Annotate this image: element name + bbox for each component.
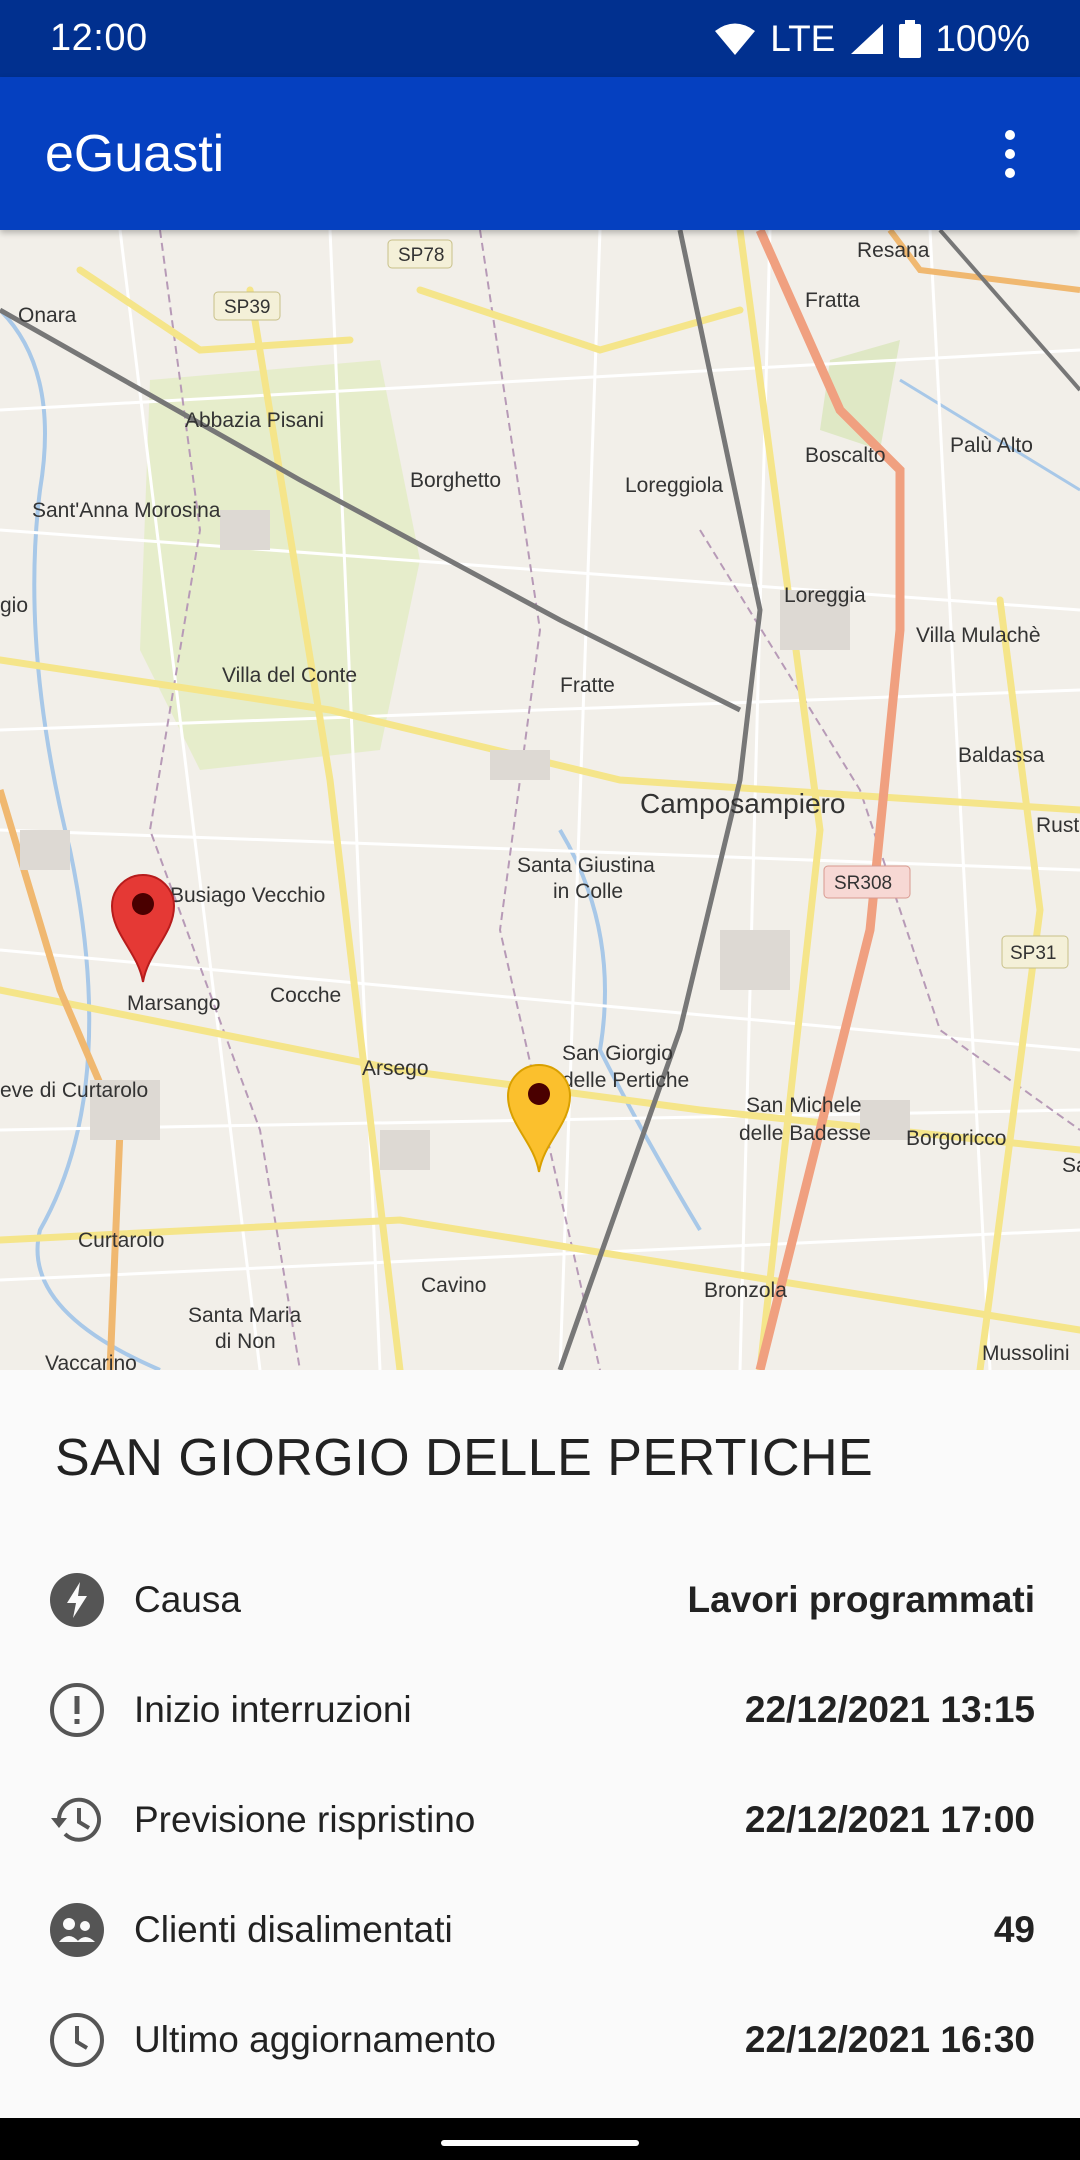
map-label-baldassa: Baldassa (958, 744, 1045, 767)
map-label-busiago: Busiago Vecchio (170, 884, 325, 907)
map-label-villamulache: Villa Mulachè (916, 624, 1041, 647)
map-label-arsego: Arsego (362, 1057, 429, 1080)
map-label-gio: gio (0, 594, 28, 617)
map-label-sangiorgio1: San Giorgio (562, 1042, 673, 1065)
navigation-bar (0, 2118, 1080, 2160)
dot-icon (1005, 129, 1015, 140)
status-bar: 12:00 LTE 100% (0, 0, 1080, 77)
app-title: eGuasti (45, 124, 225, 183)
signal-icon (851, 23, 884, 54)
map-label-sanmichele2: delle Badesse (739, 1122, 871, 1145)
map-label-borghetto: Borghetto (410, 469, 501, 492)
red-pin-icon[interactable] (110, 872, 176, 984)
map-label-cocche: Cocche (270, 984, 341, 1007)
map-label-loreggiola: Loreggiola (625, 474, 723, 497)
alert-icon (48, 1681, 106, 1739)
map-label-santamaria2: di Non (215, 1330, 276, 1353)
map-label-marsango: Marsango (127, 992, 220, 1015)
map-label-sp78: SP78 (398, 245, 444, 266)
map-canvas: SP78 SP39 SR308 SP31 Resana Fratta Onara… (0, 230, 1080, 1370)
map-label-onara: Onara (18, 304, 77, 327)
map-label-sr308: SR308 (834, 873, 892, 894)
map-label-mussolini: Mussolini (982, 1342, 1070, 1365)
wifi-icon (715, 23, 756, 55)
app-bar: eGuasti (0, 77, 1080, 230)
status-time: 12:00 (50, 17, 148, 59)
map-label-vaccarino: Vaccarino (45, 1352, 137, 1370)
map-label-curtarolo: Curtarolo (78, 1229, 164, 1252)
detail-row-ultimo: Ultimo aggiornamento 22/12/2021 16:30 (0, 1985, 1080, 2095)
detail-row-clienti: Clienti disalimentati 49 (0, 1875, 1080, 1985)
people-icon (48, 1901, 106, 1959)
detail-value: 22/12/2021 13:15 (744, 1689, 1035, 1730)
map-label-sangiorgio2: delle Pertiche (562, 1069, 689, 1092)
detail-row-causa: Causa Lavori programmati (0, 1545, 1080, 1655)
detail-label: Causa (134, 1579, 241, 1620)
dot-icon (1005, 167, 1015, 178)
dot-icon (1005, 148, 1015, 159)
status-icons: LTE 100% (714, 18, 1030, 60)
map-label-santamaria1: Santa Maria (188, 1304, 302, 1327)
map-label-sp31: SP31 (1010, 943, 1056, 964)
detail-value: 22/12/2021 17:00 (744, 1799, 1035, 1840)
map-label-curtarolo-pieve: eve di Curtarolo (0, 1079, 148, 1102)
map-label-abbazia: Abbazia Pisani (185, 409, 324, 432)
detail-row-previsione: Previsione rispristino 22/12/2021 17:00 (0, 1765, 1080, 1875)
bolt-icon (48, 1571, 106, 1629)
map-label-rustega: Rustega (1036, 814, 1080, 837)
detail-value: Lavori programmati (687, 1579, 1035, 1620)
map-label-fratte: Fratte (560, 674, 615, 697)
detail-label: Inizio interruzioni (134, 1689, 412, 1730)
map-view[interactable]: SP78 SP39 SR308 SP31 Resana Fratta Onara… (0, 230, 1080, 1370)
map-label-resana: Resana (857, 239, 930, 262)
map-label-borgoricco: Borgoricco (906, 1127, 1006, 1150)
detail-value: 49 (993, 1909, 1035, 1950)
map-label-sa: Sa (1062, 1154, 1080, 1177)
detail-label: Previsione rispristino (134, 1799, 476, 1840)
map-label-santagiustina1: Santa Giustina (517, 854, 655, 877)
details-panel: SAN GIORGIO DELLE PERTICHE Causa Lavori … (0, 1370, 1080, 2118)
map-label-santagiustina2: in Colle (553, 880, 623, 903)
map-label-cavino: Cavino (421, 1274, 486, 1297)
map-label-bronzola: Bronzola (704, 1279, 787, 1302)
history-icon (48, 1791, 106, 1849)
overflow-menu-button[interactable] (985, 114, 1035, 194)
battery-label: 100% (935, 17, 1030, 59)
yellow-pin-icon[interactable] (506, 1062, 572, 1174)
map-label-boscalto: Boscalto (805, 444, 886, 467)
map-label-loreggia: Loreggia (784, 584, 866, 607)
map-label-camposampiero: Camposampiero (640, 788, 845, 819)
map-label-villaconte: Villa del Conte (222, 664, 357, 687)
map-label-santanna: Sant'Anna Morosina (32, 499, 221, 522)
network-label: LTE (770, 17, 836, 59)
place-title: SAN GIORGIO DELLE PERTICHE (55, 1429, 874, 1487)
map-label-palu: Palù Alto (950, 434, 1033, 457)
detail-label: Ultimo aggiornamento (134, 2019, 496, 2060)
detail-label: Clienti disalimentati (134, 1909, 453, 1950)
map-label-fratta: Fratta (805, 289, 860, 312)
home-gesture-handle[interactable] (441, 2140, 639, 2146)
battery-icon (899, 19, 922, 58)
map-label-sp39: SP39 (224, 297, 270, 318)
detail-value: 22/12/2021 16:30 (744, 2019, 1035, 2060)
clock-icon (48, 2011, 106, 2069)
map-label-sanmichele1: San Michele (746, 1094, 862, 1117)
detail-row-inizio: Inizio interruzioni 22/12/2021 13:15 (0, 1655, 1080, 1765)
